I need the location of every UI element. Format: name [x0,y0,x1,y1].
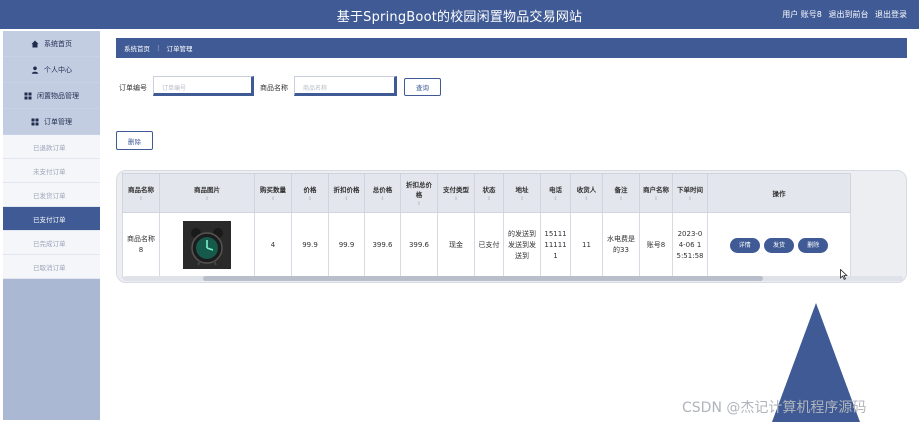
order-no-input[interactable]: 订单编号 [153,76,254,96]
delete-selected-button[interactable]: 删除 [116,131,153,150]
column-header-actions: 操作 [707,173,851,213]
column-header[interactable]: 价格 ⇕ [291,173,329,213]
sort-icon[interactable]: ⇕ [331,196,362,202]
breadcrumb-home[interactable]: 系统首页 [124,43,150,53]
sidebar-subitem-refunded-orders[interactable]: 已退款订单 [3,135,100,159]
breadcrumb: 系统首页 ⋮ 订单管理 [116,38,907,58]
sidebar-item-order-management[interactable]: 订单管理 [3,109,100,135]
alarm-clock-icon [183,221,231,269]
sidebar-item-label: 订单管理 [44,117,72,126]
horizontal-scrollbar[interactable] [123,276,903,281]
sidebar-subitem-paid-orders[interactable]: 已支付订单 [3,207,100,231]
breadcrumb-current: 订单管理 [166,45,193,53]
column-header[interactable]: 购买数量 ⇕ [254,173,292,213]
sidebar-item-label: 个人中心 [44,65,72,74]
cell-goods-name: 商品名称8 [122,212,160,278]
goods-name-label: 商品名称 [260,84,288,92]
sidebar-subitem-shipped-orders[interactable]: 已发货订单 [3,183,100,207]
cell-total: 399.6 [364,212,401,278]
sidebar: 系统首页 个人中心 闲置物品管理 订单管理 已退款订单 未支付订单 已发货订单 … [3,31,100,420]
cell-actions: 详情 发货 删除 [707,212,851,278]
column-header[interactable]: 支付类型 ⇕ [437,173,475,213]
column-header[interactable]: 电话 ⇕ [540,173,571,213]
logout-link[interactable]: 退出登录 [875,10,907,19]
sort-icon[interactable]: ⇕ [294,196,326,202]
sidebar-item-label: 闲置物品管理 [37,91,79,100]
cell-price: 99.9 [291,212,329,278]
sidebar-item-goods-management[interactable]: 闲置物品管理 [3,83,100,109]
orders-table-grid: 商品名称 ⇕ 商品图片 ⇕ 购买数量 ⇕ 价格 ⇕ 折扣价格 ⇕ 总价格 ⇕ 折扣总价格 ⇕ … [122,173,851,278]
sort-icon[interactable]: ⇕ [573,196,600,202]
cell-discount-total: 399.6 [400,212,438,278]
column-header[interactable]: 收货人 ⇕ [570,173,603,213]
column-header[interactable]: 下单时间 ⇕ [672,173,708,213]
detail-button[interactable]: 详情 [729,237,760,253]
top-header: 基于SpringBoot的校园闲置物品交易网站 用户 账号8 退出到前台 退出登… [0,0,919,29]
column-header[interactable]: 折扣总价格 ⇕ [400,173,438,213]
orders-table: 商品名称 ⇕ 商品图片 ⇕ 购买数量 ⇕ 价格 ⇕ 折扣价格 ⇕ 总价格 ⇕ 折扣总价格 ⇕ … [116,170,907,283]
goods-image [183,221,231,269]
ship-button[interactable]: 发货 [763,237,794,253]
sort-icon[interactable]: ⇕ [367,196,398,202]
cell-quantity: 4 [254,212,292,278]
breadcrumb-separator: ⋮ [155,44,162,52]
watermark: CSDN @杰记计算机程序源码 [682,400,867,416]
column-header[interactable]: 商品图片 ⇕ [159,173,255,213]
scrollbar-thumb[interactable] [203,276,763,281]
cell-receiver: 11 [570,212,603,278]
cell-discount-price: 99.9 [328,212,365,278]
sort-icon[interactable]: ⇕ [506,196,538,202]
table-row: 商品名称8 4 99.9 99.9 399.6 399.6 现金 已支付 的发送… [122,212,851,278]
sidebar-item-profile[interactable]: 个人中心 [3,57,100,83]
cell-remark: 水电费是的33 [602,212,640,278]
cell-status: 已支付 [474,212,504,278]
sort-icon[interactable]: ⇕ [125,196,157,202]
back-to-front-link[interactable]: 退出到前台 [828,10,868,19]
user-bar: 用户 账号8 退出到前台 退出登录 [778,9,907,20]
column-header[interactable]: 折扣价格 ⇕ [328,173,365,213]
sort-icon[interactable]: ⇕ [675,196,705,202]
cell-address: 的发送到发送到发送到 [503,212,541,278]
home-icon [31,40,39,47]
sort-icon[interactable]: ⇕ [543,196,568,202]
sort-icon[interactable]: ⇕ [440,196,472,202]
sort-icon[interactable]: ⇕ [257,196,289,202]
cell-phone: 15111111111 [540,212,571,278]
query-button[interactable]: 查询 [404,78,441,96]
grid-icon [31,118,39,125]
person-icon [31,66,39,74]
sidebar-subitem-cancelled-orders[interactable]: 已取消订单 [3,255,100,279]
grid-icon [24,92,32,99]
column-header[interactable]: 备注 ⇕ [602,173,640,213]
sidebar-item-home[interactable]: 系统首页 [3,31,100,57]
column-header[interactable]: 总价格 ⇕ [364,173,401,213]
cell-merchant: 账号8 [639,212,673,278]
cell-goods-image [159,212,255,278]
order-no-label: 订单编号 [119,84,147,92]
column-header[interactable]: 商户名称 ⇕ [639,173,673,213]
cell-order-time: 2023-04-06 15:51:58 [672,212,708,278]
column-header[interactable]: 状态 ⇕ [474,173,504,213]
sidebar-item-label: 系统首页 [44,39,72,48]
goods-name-input[interactable]: 商品名称 [294,76,397,96]
sort-icon[interactable]: ⇕ [403,201,435,207]
user-label: 用户 账号8 [782,10,822,19]
column-header[interactable]: 商品名称 ⇕ [122,173,160,213]
delete-row-button[interactable]: 删除 [798,237,829,253]
sort-icon[interactable]: ⇕ [477,196,501,202]
column-header[interactable]: 地址 ⇕ [503,173,541,213]
sort-icon[interactable]: ⇕ [605,196,637,202]
mouse-cursor-icon [840,269,848,280]
cell-pay-type: 现金 [437,212,475,278]
sort-icon[interactable]: ⇕ [162,196,252,202]
sidebar-subitem-unpaid-orders[interactable]: 未支付订单 [3,159,100,183]
sidebar-subitem-completed-orders[interactable]: 已完成订单 [3,231,100,255]
sort-icon[interactable]: ⇕ [642,196,670,202]
